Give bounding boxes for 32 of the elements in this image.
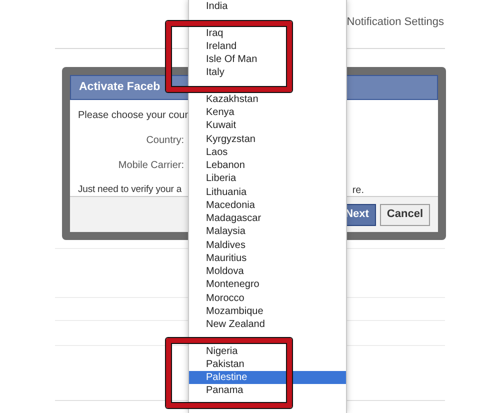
dropdown-option[interactable]: Iraq <box>189 26 346 40</box>
dropdown-option[interactable]: Italy <box>189 66 346 80</box>
dropdown-option[interactable]: Mozambique <box>189 304 346 318</box>
dropdown-option[interactable]: Palestine <box>189 371 346 384</box>
dropdown-option[interactable]: Kazakhstan <box>189 92 346 106</box>
dropdown-option[interactable]: Malaysia <box>189 225 346 238</box>
note-text: Just need to verify your a <box>78 183 182 197</box>
field-label: Country: <box>146 134 184 148</box>
dropdown-option[interactable]: India <box>189 0 346 14</box>
dropdown-option[interactable]: Lithuania <box>189 186 346 199</box>
dropdown-option[interactable]: Montenegro <box>189 278 346 292</box>
dropdown-option[interactable]: Mauritius <box>189 252 346 265</box>
dropdown-option[interactable]: Kenya <box>189 106 346 120</box>
dropdown-option[interactable]: Maldives <box>189 238 346 252</box>
dropdown-option[interactable]: Ireland <box>189 40 346 53</box>
notification-settings-link[interactable]: Notification Settings <box>346 14 444 48</box>
field-label: Mobile Carrier: <box>118 159 184 173</box>
dropdown-option[interactable]: Lebanon <box>189 159 346 172</box>
dropdown-option[interactable]: Isle Of Man <box>189 53 346 66</box>
dropdown-option[interactable]: Moldova <box>189 265 346 278</box>
dropdown-option[interactable]: Laos <box>189 146 346 159</box>
dropdown-option[interactable]: Nigeria <box>189 344 346 358</box>
dropdown-option[interactable]: Kyrgyzstan <box>189 132 346 146</box>
dropdown-option[interactable]: Panama <box>189 384 346 398</box>
cancel-button[interactable]: Cancel <box>380 204 430 226</box>
dropdown-option[interactable]: Pakistan <box>189 358 346 371</box>
dropdown-option[interactable]: Liberia <box>189 172 346 186</box>
dropdown-option[interactable]: New Zealand <box>189 318 346 332</box>
note-text: re. <box>352 184 364 198</box>
dropdown-option[interactable]: Kuwait <box>189 119 346 132</box>
dropdown-option[interactable]: Morocco <box>189 292 346 305</box>
dialog-title: Activate Faceb <box>79 80 160 95</box>
